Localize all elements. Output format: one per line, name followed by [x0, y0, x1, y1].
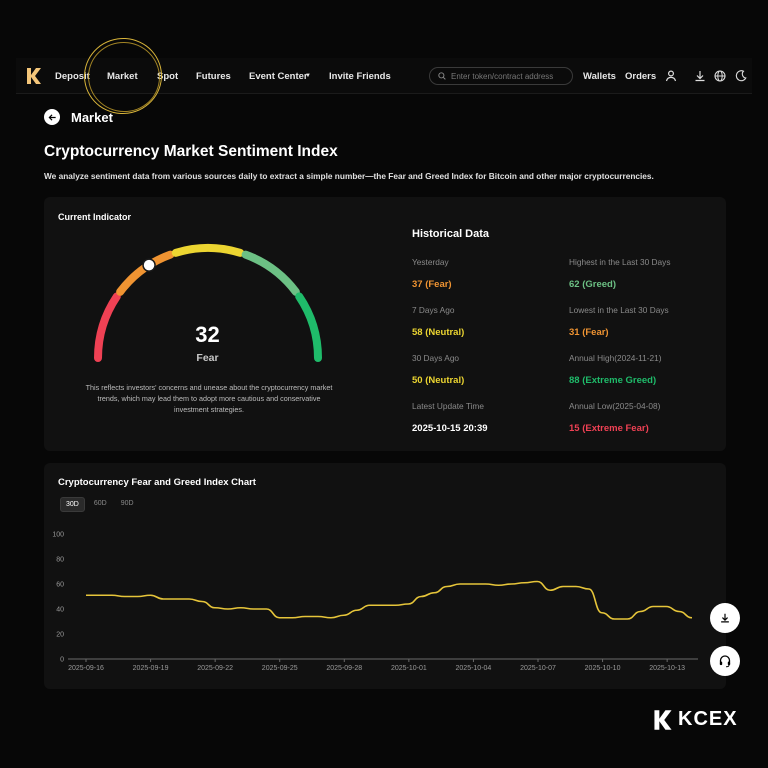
brand-name: KCEX	[678, 708, 738, 730]
wallets-link[interactable]: Wallets	[583, 58, 616, 94]
x-tick-label: 2025-09-25	[262, 665, 298, 672]
history-value: 15 (Extreme Fear)	[569, 423, 649, 434]
history-value: 31 (Fear)	[569, 327, 609, 338]
support-fab[interactable]	[710, 646, 740, 676]
download-icon[interactable]	[693, 69, 707, 83]
gauge-segment-5	[295, 292, 322, 362]
history-key: Annual Low(2025-04-08)	[569, 401, 661, 411]
history-key: Highest in the Last 30 Days	[569, 257, 671, 267]
history-value: 62 (Greed)	[569, 279, 616, 290]
gauge-segment-4	[241, 250, 300, 296]
gauge-description: This reflects investors' concerns and un…	[85, 383, 333, 414]
history-value: 2025-10-15 20:39	[412, 423, 488, 434]
history-value: 37 (Fear)	[412, 279, 452, 290]
x-tick-label: 2025-10-10	[585, 665, 621, 672]
search-placeholder: Enter token/contract address	[451, 71, 554, 81]
kcex-logo-icon	[654, 709, 672, 730]
history-value: 88 (Extreme Greed)	[569, 375, 657, 386]
series-line-0	[86, 580, 693, 620]
tab-60d[interactable]: 60D	[89, 497, 112, 512]
x-tick-label: 2025-09-28	[326, 665, 362, 672]
dark-mode-icon[interactable]	[734, 69, 748, 83]
globe-icon[interactable]	[713, 69, 727, 83]
user-icon[interactable]	[664, 69, 678, 83]
gauge-value: 32	[195, 322, 220, 347]
current-indicator-title: Current Indicator	[58, 212, 132, 222]
x-tick-label: 2025-09-22	[197, 665, 233, 672]
history-key: 7 Days Ago	[412, 305, 455, 315]
history-key: Lowest in the Last 30 Days	[569, 305, 669, 315]
orders-link[interactable]: Orders	[625, 58, 656, 94]
nav-item-invite-friends[interactable]: Invite Friends	[329, 58, 391, 94]
nav-item-futures[interactable]: Futures	[196, 58, 231, 94]
chart-title: Cryptocurrency Fear and Greed Index Char…	[58, 477, 256, 488]
arrow-left-icon	[48, 113, 56, 121]
history-key: Yesterday	[412, 257, 449, 267]
kcex-logo-icon[interactable]	[26, 67, 42, 85]
y-tick-label: 60	[56, 582, 64, 589]
download-icon	[721, 613, 729, 623]
gauge-pointer	[142, 258, 156, 272]
gauge-segment-1	[94, 292, 121, 362]
search-input[interactable]: Enter token/contract address	[429, 67, 573, 85]
headset-icon	[719, 655, 731, 668]
historical-data-title: Historical Data	[412, 228, 490, 240]
page-title: Cryptocurrency Market Sentiment Index	[44, 143, 338, 160]
fear-greed-line-chart: 0 20 40 60 80 100 2025-09-16 2025-09-19 2025-09-…	[52, 532, 698, 672]
x-tick-label: 2025-10-01	[391, 665, 427, 672]
tab-90d[interactable]: 90D	[116, 497, 139, 512]
history-value: 50 (Neutral)	[412, 375, 465, 386]
y-tick-label: 20	[56, 632, 64, 639]
y-tick-label: 0	[60, 657, 64, 664]
gauge-label: Fear	[196, 352, 219, 364]
page-subtitle: We analyze sentiment data from various s…	[44, 171, 654, 181]
range-tabs: 30D 60D 90D	[60, 497, 139, 512]
download-fab[interactable]	[710, 603, 740, 633]
x-tick-label: 2025-09-19	[133, 665, 169, 672]
y-tick-label: 80	[56, 557, 64, 564]
brand-watermark: KCEX	[652, 708, 738, 731]
history-key: 30 Days Ago	[412, 353, 460, 363]
x-tick-label: 2025-10-04	[456, 665, 492, 672]
x-tick-label: 2025-09-16	[68, 665, 104, 672]
breadcrumb: Market	[71, 110, 113, 125]
search-icon	[438, 72, 446, 80]
history-key: Latest Update Time	[412, 401, 484, 411]
highlight-circle-stroke	[81, 35, 167, 119]
nav-item-event-center[interactable]: Event Center	[249, 58, 308, 94]
x-tick-label: 2025-10-13	[649, 665, 685, 672]
y-tick-label: 40	[56, 607, 64, 614]
history-key: Annual High(2024-11-21)	[569, 353, 662, 363]
x-tick-label: 2025-10-07	[520, 665, 556, 672]
back-button[interactable]	[44, 109, 60, 125]
chevron-down-icon: ▼	[305, 73, 311, 79]
gauge-segment-3	[171, 244, 245, 257]
y-tick-label: 100	[52, 532, 64, 539]
history-value: 58 (Neutral)	[412, 327, 465, 338]
tab-30d[interactable]: 30D	[60, 497, 85, 512]
